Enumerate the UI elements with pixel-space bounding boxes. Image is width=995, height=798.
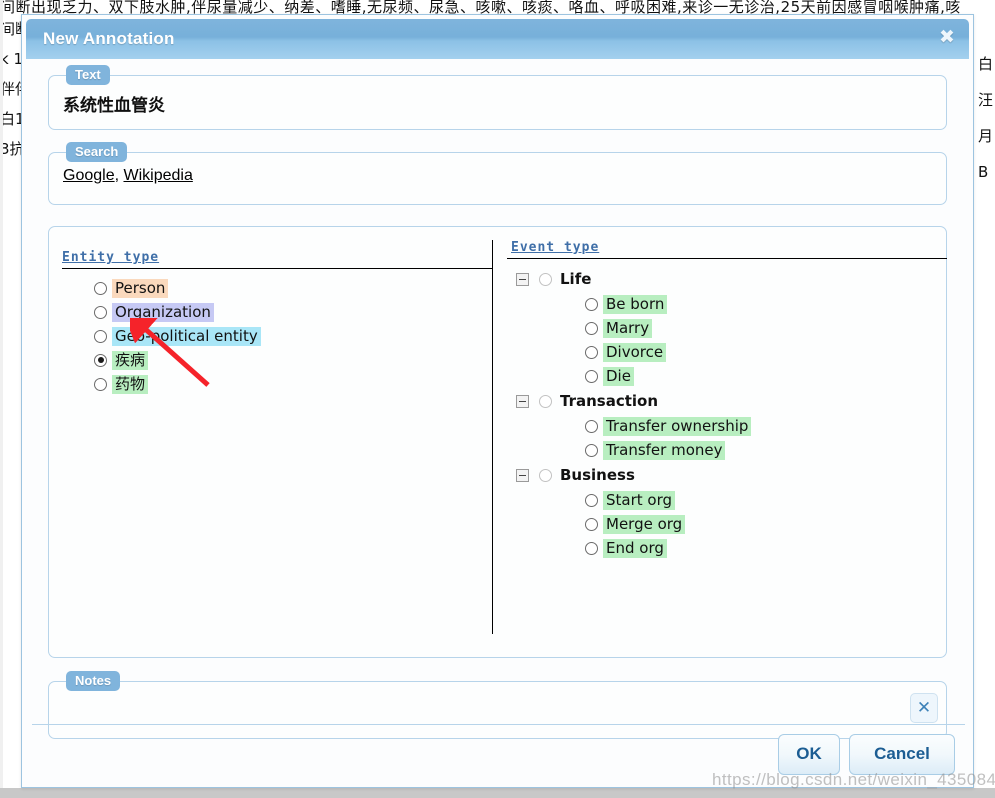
background-text-fragment: 月 [978,127,994,145]
event-type-option[interactable]: Die [585,364,947,388]
radio-icon[interactable] [585,541,598,555]
notes-fieldset: Notes ✕ [48,671,947,739]
radio-icon[interactable] [94,353,107,367]
radio-icon[interactable] [585,517,598,531]
entity-type-option[interactable]: Organization [94,300,492,324]
radio-icon[interactable] [94,329,107,343]
event-type-option[interactable]: Transfer money [585,438,947,462]
event-type-option[interactable]: End org [585,536,947,560]
event-type-option[interactable]: Transfer ownership [585,414,947,438]
radio-icon[interactable] [539,394,552,408]
dialog-body: Text 系统性血管炎 Search Google, Wikipedia Ent… [22,59,973,739]
background-text-fragment: 汪 [978,91,994,109]
event-type-group-label: Business [560,465,635,484]
entity-type-label: Geo-political entity [112,326,261,346]
background-right-column: 白汪月B [978,46,995,190]
event-type-tree: Life Be born Marry Divorce Die Transaction Tra… [511,266,947,560]
event-type-option[interactable]: Be born [585,292,947,316]
event-type-label: Be born [603,294,668,314]
event-heading-rule [507,258,947,259]
event-type-option[interactable]: Merge org [585,512,947,536]
radio-icon[interactable] [94,305,107,319]
entity-type-label: Organization [112,302,214,322]
footer-divider [32,724,965,725]
entity-type-label: 药物 [112,374,149,394]
close-icon[interactable]: ✖ [937,28,957,48]
event-type-label: Transfer money [603,440,726,460]
radio-icon[interactable] [94,281,107,295]
event-type-label: Die [603,366,634,386]
event-type-label: Transfer ownership [603,416,752,436]
radio-icon[interactable] [585,321,598,335]
entity-type-option[interactable]: 疾病 [94,348,492,372]
entity-type-panel: Entity type Person Organization Geo-politi… [49,240,493,634]
search-fieldset: Search Google, Wikipedia [48,142,947,205]
entity-type-option[interactable]: Geo-political entity [94,324,492,348]
dialog-title-bar: New Annotation ✖ [26,19,969,59]
window-bottom-strip [0,788,995,798]
collapse-toggle-icon[interactable] [516,394,529,408]
background-text-fragment: B [978,163,989,181]
event-type-group[interactable]: Business [516,462,947,488]
clear-notes-icon[interactable]: ✕ [910,693,938,723]
event-type-label: Start org [603,490,676,510]
radio-icon[interactable] [585,297,598,311]
event-type-label: Marry [603,318,653,338]
event-type-panel: Event type Life Be born Marry Divorce Die Tra… [493,227,947,657]
type-selection-fieldset: Entity type Person Organization Geo-politi… [48,226,947,658]
new-annotation-dialog: New Annotation ✖ Text 系统性血管炎 Search Goog… [21,14,974,788]
search-links: Google, Wikipedia [49,153,946,185]
page-scroll-rail[interactable] [0,0,3,788]
radio-icon[interactable] [585,493,598,507]
dialog-title: New Annotation [43,29,175,48]
entity-type-label: 疾病 [112,350,149,370]
radio-icon[interactable] [539,468,552,482]
event-type-group-label: Transaction [560,391,659,410]
search-legend: Search [66,142,128,162]
event-type-heading: Event type [511,240,600,255]
background-text-fragment: 白 [978,55,994,73]
notes-input[interactable] [49,682,946,738]
event-type-label: Merge org [603,514,686,534]
radio-icon[interactable] [539,272,552,286]
dialog-footer: OK Cancel [778,734,955,775]
entity-type-option[interactable]: Person [94,276,492,300]
radio-icon[interactable] [94,377,107,391]
entity-heading-rule [62,268,492,269]
ok-button[interactable]: OK [778,734,840,775]
collapse-toggle-icon[interactable] [516,468,529,482]
event-type-option[interactable]: Marry [585,316,947,340]
search-link-google[interactable]: Google [63,167,115,184]
entity-type-option[interactable]: 药物 [94,372,492,396]
entity-type-heading: Entity type [62,250,160,265]
text-legend: Text [66,65,110,85]
event-type-option[interactable]: Start org [585,488,947,512]
radio-icon[interactable] [585,419,598,433]
radio-icon[interactable] [585,345,598,359]
annotation-text-value[interactable]: 系统性血管炎 [49,76,946,116]
event-type-group-label: Life [560,269,592,288]
radio-icon[interactable] [585,369,598,383]
entity-type-option-list: Person Organization Geo-political entity 疾病… [62,276,492,396]
notes-legend: Notes [66,671,121,691]
event-type-group[interactable]: Transaction [516,388,947,414]
event-type-group[interactable]: Life [516,266,947,292]
event-type-option[interactable]: Divorce [585,340,947,364]
radio-icon[interactable] [585,443,598,457]
collapse-toggle-icon[interactable] [516,272,529,286]
event-type-label: End org [603,538,667,558]
search-link-wikipedia[interactable]: Wikipedia [123,167,192,184]
cancel-button[interactable]: Cancel [849,734,955,775]
event-type-label: Divorce [603,342,667,362]
text-fieldset: Text 系统性血管炎 [48,65,947,130]
entity-type-label: Person [112,278,169,298]
